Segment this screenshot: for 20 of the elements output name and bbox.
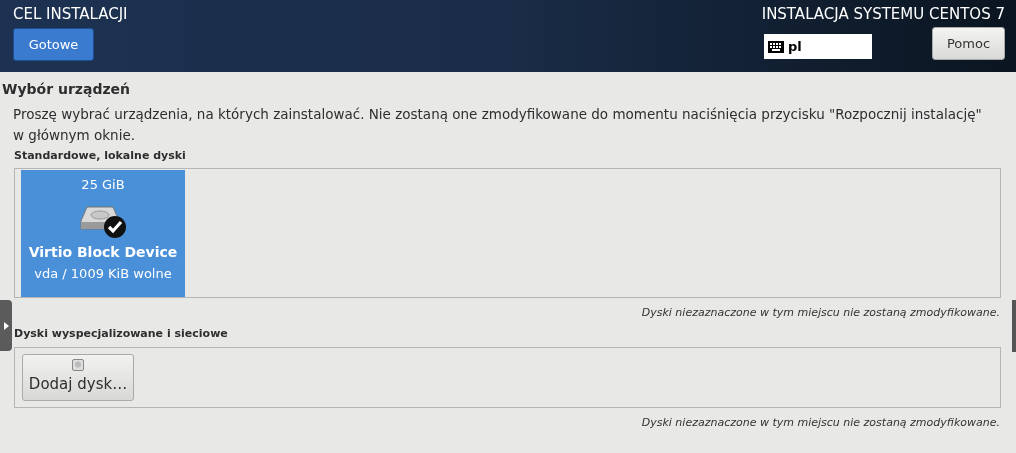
arrow-right-icon — [3, 321, 9, 330]
sidebar-handle[interactable] — [0, 300, 12, 351]
scrollbar[interactable] — [1012, 300, 1016, 352]
done-button[interactable]: Gotowe — [13, 28, 94, 61]
note-text: Dyski niezaznaczone w tym miejscu nie zostaną zmodyfikowane. — [640, 416, 1000, 430]
section-heading: Dyski wyspecjalizowane i sieciowe — [14, 327, 229, 341]
section-heading: Standardowe, lokalne dyski — [14, 149, 187, 163]
header-title: CEL INSTALACJI — [13, 5, 128, 23]
disk-size: 25 GiB — [81, 177, 125, 193]
help-button[interactable]: Pomoc — [932, 27, 1005, 60]
note-text: Dyski niezaznaczone w tym miejscu nie zostaną zmodyfikowane. — [640, 306, 1000, 320]
keyboard-layout-label: pl — [788, 37, 802, 56]
page-title: Wybór urządzeń — [2, 80, 132, 98]
keyboard-icon — [768, 40, 784, 53]
add-disk-button[interactable]: Dodaj dysk… — [22, 354, 134, 401]
intro-text: Proszę wybrać urządzenia, na których zainstalować. Nie zostaną one zmodyfikowane do momentu naciśnięcia przycisku "Rozpocznij instalację" w głównym oknie. — [13, 105, 983, 145]
disk-name: Virtio Block Device — [28, 243, 178, 261]
disk-details: vda / 1009 KiB wolne — [34, 266, 172, 282]
product-name: INSTALACJA SYSTEMU CENTOS 7 — [761, 5, 1005, 23]
keyboard-layout-indicator[interactable]: pl — [764, 34, 872, 59]
